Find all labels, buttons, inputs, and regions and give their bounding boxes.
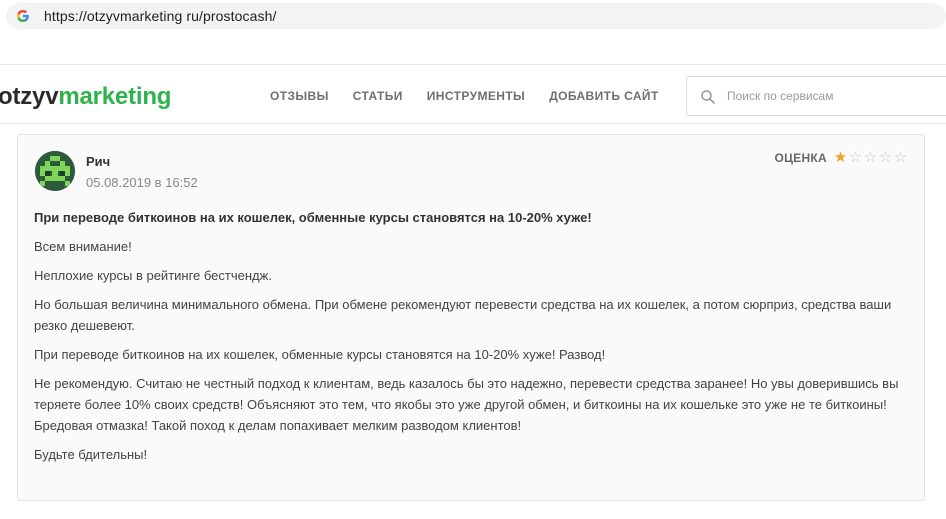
site-header: otzyvmarketing ОТЗЫВЫ СТАТЬИ ИНСТРУМЕНТЫ…: [0, 64, 946, 124]
review-headline: При переводе биткоинов на их кошелек, об…: [34, 210, 592, 225]
site-logo[interactable]: otzyvmarketing: [0, 83, 171, 111]
logo-part-2: marketing: [58, 83, 172, 110]
search-input[interactable]: [727, 85, 937, 107]
review-paragraph: Не рекомендую. Считаю не честный подход …: [34, 376, 899, 433]
rating-label: ОЦЕНКА: [774, 151, 827, 165]
review-author[interactable]: Рич: [86, 154, 110, 169]
review-paragraph: Неплохие курсы в рейтинге бестчендж.: [34, 268, 272, 283]
star-icon: ☆: [878, 149, 893, 166]
review-paragraph: При переводе биткоинов на их кошелек, об…: [34, 347, 606, 362]
main-nav: ОТЗЫВЫ СТАТЬИ ИНСТРУМЕНТЫ ДОБАВИТЬ САЙТ: [270, 89, 683, 103]
star-icon: ★: [833, 149, 848, 166]
review-paragraph: Но большая величина минимального обмена.…: [34, 297, 892, 333]
star-icon: ☆: [863, 149, 878, 166]
search-box[interactable]: [686, 76, 946, 116]
review-paragraph: Будьте бдительны!: [34, 447, 148, 462]
star-icon: ☆: [893, 149, 908, 166]
url-text[interactable]: https://otzyvmarketing ru/prostocash/: [44, 8, 276, 24]
url-field[interactable]: https://otzyvmarketing ru/prostocash/: [6, 3, 946, 29]
review-body: При переводе биткоинов на их кошелек, об…: [34, 207, 914, 473]
avatar: [35, 151, 75, 191]
review-card: Рич 05.08.2019 в 16:52 ОЦЕНКА ★ ☆ ☆ ☆ ☆ …: [17, 134, 925, 501]
logo-part-1: otzyv: [0, 83, 59, 110]
google-g-icon: [17, 10, 29, 22]
nav-add-site[interactable]: ДОБАВИТЬ САЙТ: [549, 89, 659, 103]
pixel-avatar-icon: [35, 151, 75, 191]
browser-address-bar: https://otzyvmarketing ru/prostocash/: [0, 0, 946, 33]
nav-reviews[interactable]: ОТЗЫВЫ: [270, 89, 329, 103]
star-icon: ☆: [848, 149, 863, 166]
review-rating: ОЦЕНКА ★ ☆ ☆ ☆ ☆: [774, 150, 908, 166]
nav-tools[interactable]: ИНСТРУМЕНТЫ: [427, 89, 525, 103]
nav-articles[interactable]: СТАТЬИ: [353, 89, 403, 103]
review-date: 05.08.2019 в 16:52: [86, 175, 198, 190]
review-paragraph: Всем внимание!: [34, 239, 132, 254]
rating-stars: ★ ☆ ☆ ☆ ☆: [833, 150, 908, 166]
search-icon: [701, 90, 715, 104]
